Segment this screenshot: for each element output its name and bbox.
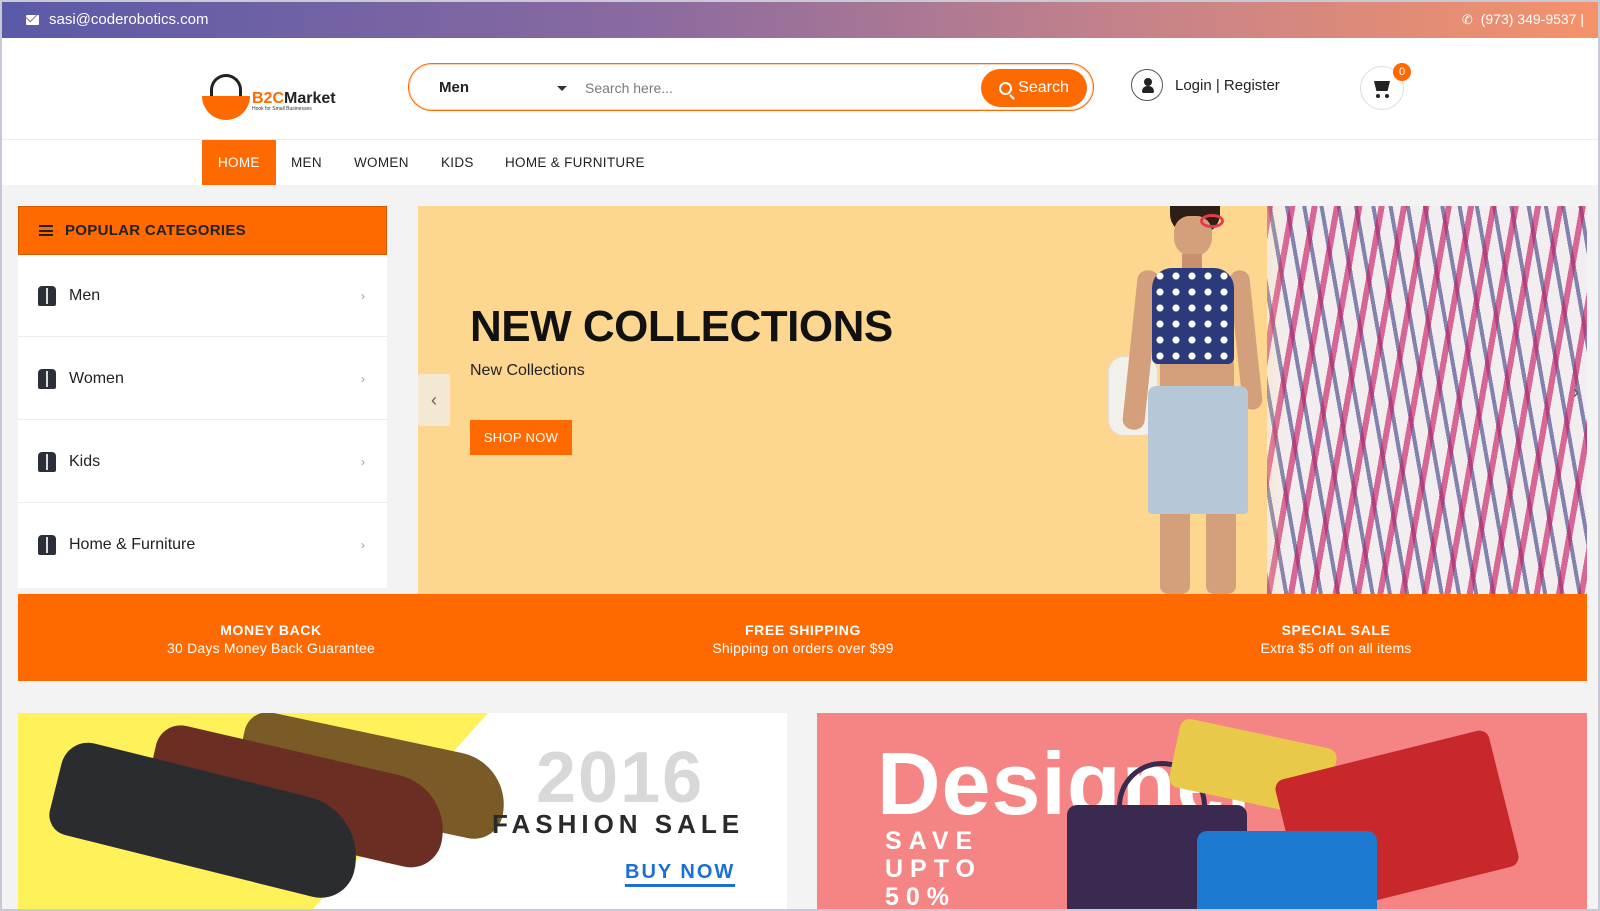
menu-icon <box>39 225 53 236</box>
banner-title: NEW COLLECTIONS <box>470 302 893 351</box>
promo-save-text: SAVE UPTO 50% <box>885 827 982 911</box>
category-label: Men <box>69 286 101 304</box>
email-text: sasi@coderobotics.com <box>49 11 209 28</box>
feature-title: SPECIAL SALE <box>1281 622 1391 638</box>
search-button[interactable]: Search <box>981 69 1087 107</box>
nav-item-men[interactable]: MEN <box>291 140 322 185</box>
cart-icon <box>1374 81 1390 91</box>
promo-fashion-sale[interactable]: 2016 FASHION SALE BUY NOW <box>18 713 787 909</box>
buy-now-link[interactable]: BUY NOW <box>625 861 736 887</box>
category-label: Women <box>69 369 124 387</box>
jacket-icon <box>38 368 56 389</box>
chevron-right-icon: › <box>361 538 365 552</box>
contact-email[interactable]: sasi@coderobotics.com <box>26 11 208 28</box>
banner-model-image <box>1108 206 1278 594</box>
categories-header: POPULAR CATEGORIES <box>18 206 387 255</box>
top-bar: sasi@coderobotics.com ✆ (973) 349-9537 | <box>2 2 1598 38</box>
category-label: Home & Furniture <box>69 536 196 553</box>
feature-desc: Extra $5 off on all items <box>1260 640 1412 656</box>
jacket-icon <box>38 285 56 306</box>
feature-desc: Shipping on orders over $99 <box>712 640 894 656</box>
category-item-women[interactable]: Women › <box>18 338 387 420</box>
feature-title: FREE SHIPPING <box>745 622 861 638</box>
feature-title: MONEY BACK <box>220 622 322 638</box>
categories-sidebar: POPULAR CATEGORIES Men › Women › Kids › … <box>18 206 387 588</box>
banner-paint-background <box>1267 206 1587 594</box>
account-links[interactable]: Login | Register <box>1131 69 1280 101</box>
jacket-icon <box>38 535 56 555</box>
search-icon <box>999 81 1013 95</box>
categories-title: POPULAR CATEGORIES <box>65 222 246 239</box>
search-button-label: Search <box>1018 79 1069 96</box>
slider-prev-arrow-icon[interactable]: ‹ <box>418 374 450 426</box>
category-item-men[interactable]: Men › <box>18 255 387 337</box>
search-category-select[interactable]: Men <box>439 79 469 96</box>
feature-free-shipping: FREE SHIPPING Shipping on orders over $9… <box>603 622 1003 656</box>
slider-next-arrow-icon[interactable]: › <box>1573 382 1579 403</box>
jacket-icon <box>38 451 56 472</box>
chevron-right-icon: › <box>361 455 365 469</box>
category-label: Kids <box>69 452 101 470</box>
chevron-right-icon: › <box>361 372 365 386</box>
hero-banner: NEW COLLECTIONS New Collections SHOP NOW… <box>418 206 1587 594</box>
login-register-link[interactable]: Login | Register <box>1175 77 1280 94</box>
feature-desc: 30 Days Money Back Guarantee <box>167 640 375 656</box>
contact-phone[interactable]: ✆ (973) 349-9537 | <box>1462 11 1584 27</box>
site-logo[interactable]: B2CMarket Hook for Small Businesses <box>202 74 336 120</box>
feature-special-sale: SPECIAL SALE Extra $5 off on all items <box>1136 622 1536 656</box>
nav-item-women[interactable]: WOMEN <box>354 140 409 185</box>
phone-icon: ✆ <box>1461 11 1473 27</box>
basket-logo-icon <box>202 74 250 120</box>
chevron-right-icon: › <box>361 289 365 303</box>
nav-item-kids[interactable]: KIDS <box>441 140 474 185</box>
promo-designer[interactable]: Designer SAVE UPTO 50% <box>817 713 1587 911</box>
main-nav: HOME MEN WOMEN KIDS HOME & FURNITURE <box>2 140 1598 185</box>
promo-sale-text: FASHION SALE <box>492 809 745 839</box>
search-input[interactable] <box>585 76 965 100</box>
nav-item-home[interactable]: HOME <box>202 140 276 185</box>
user-icon[interactable] <box>1131 69 1163 101</box>
category-item-home-furniture[interactable]: Home & Furniture › <box>18 504 387 586</box>
phone-text: (973) 349-9537 | <box>1480 11 1584 27</box>
feature-money-back: MONEY BACK 30 Days Money Back Guarantee <box>71 622 471 656</box>
handbag-image <box>1197 831 1377 909</box>
shop-now-button[interactable]: SHOP NOW <box>470 420 572 455</box>
cart-count-badge: 0 <box>1393 63 1411 81</box>
banner-subtitle: New Collections <box>470 362 585 379</box>
site-header: B2CMarket Hook for Small Businesses Men … <box>2 38 1598 140</box>
cart-button[interactable]: 0 <box>1360 63 1411 110</box>
nav-item-home-furniture[interactable]: HOME & FURNITURE <box>505 140 645 185</box>
caret-down-icon[interactable] <box>557 86 567 91</box>
search-bar: Men Search <box>408 63 1094 111</box>
category-item-kids[interactable]: Kids › <box>18 421 387 503</box>
envelope-icon <box>26 14 39 25</box>
promo-year: 2016 <box>536 738 705 818</box>
browser-frame: sasi@coderobotics.com ✆ (973) 349-9537 |… <box>0 0 1600 911</box>
features-strip: MONEY BACK 30 Days Money Back Guarantee … <box>18 594 1587 681</box>
